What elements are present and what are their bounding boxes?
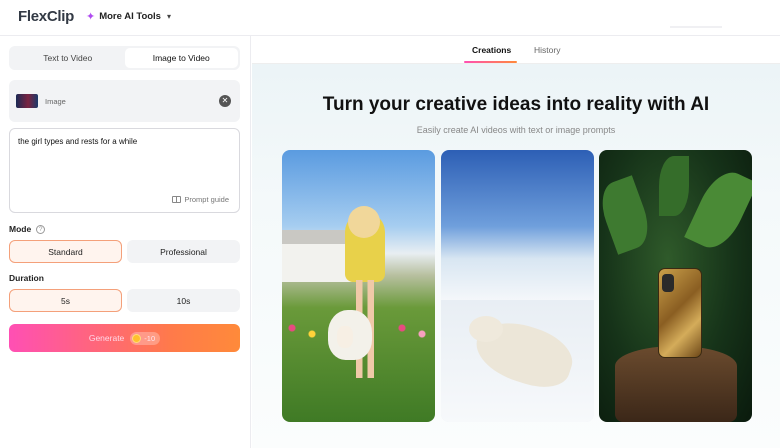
phone-camera-shape [662,274,674,292]
leaf-shape [684,164,752,256]
generate-button[interactable]: Generate -10 [9,324,240,352]
sparkle-icon: ✦ [86,11,96,23]
left-panel: Text to Video Image to Video Image ✕ the… [0,36,251,448]
more-ai-tools-label: More AI Tools [99,11,161,22]
top-right-placeholder [670,26,722,28]
chevron-down-icon: ▾ [166,12,171,21]
mode-label: Mode [9,224,32,234]
example-card-phone-stump[interactable] [599,150,752,422]
generate-label: Generate [88,333,125,343]
prompt-input[interactable]: the girl types and rests for a while Pro… [9,128,240,213]
app-name: FlexClip [18,8,74,25]
tab-history[interactable]: History [534,45,560,55]
coin-icon [132,333,142,343]
hero-title: Turn your creative ideas into reality wi… [322,94,710,115]
girl-head-shape [348,206,380,238]
top-bar: FlexClip ✦ More AI Tools ▾ [0,0,780,36]
image-upload-card[interactable]: Image ✕ [9,80,240,122]
hero-subtitle: Easily create AI videos with text or ima… [416,125,616,135]
duration-option-5s[interactable]: 5s [9,289,122,312]
main-panel: Creations History Turn your creative ide… [252,36,780,448]
more-ai-tools-menu[interactable]: ✦ More AI Tools ▾ [86,10,171,23]
book-icon [172,196,182,203]
bear-head-shape [469,316,503,342]
example-card-polar-bear[interactable] [441,150,594,422]
image-label: Image [45,97,66,106]
prompt-text[interactable]: the girl types and rests for a while [18,137,137,146]
flexclip-logo[interactable]: FlexClip [18,8,74,25]
house-shape [282,230,354,282]
sheep-face-shape [337,326,353,348]
help-icon[interactable]: ? [36,224,46,234]
credit-badge: -10 [130,331,161,345]
duration-option-10s[interactable]: 10s [127,289,240,312]
duration-label: Duration [9,273,44,283]
mode-tabs: Text to Video Image to Video [9,46,240,70]
mode-option-standard[interactable]: Standard [9,240,122,263]
close-icon[interactable]: ✕ [219,95,231,107]
tab-creations[interactable]: Creations [472,45,511,55]
leaf-shape [599,175,656,255]
mode-option-professional[interactable]: Professional [127,240,240,263]
example-card-girl-sheep[interactable] [282,150,435,422]
active-tab-indicator [464,61,517,63]
leaf-shape [659,156,689,216]
tab-image-to-video[interactable]: Image to Video [124,48,238,68]
credit-cost: -10 [144,333,156,343]
creations-tabs: Creations History [252,36,780,64]
mode-heading: Mode ? [9,224,46,234]
prompt-guide-label: Prompt guide [184,195,229,204]
image-thumbnail [16,94,38,108]
prompt-guide-button[interactable]: Prompt guide [172,195,229,204]
tab-text-to-video[interactable]: Text to Video [11,48,125,68]
